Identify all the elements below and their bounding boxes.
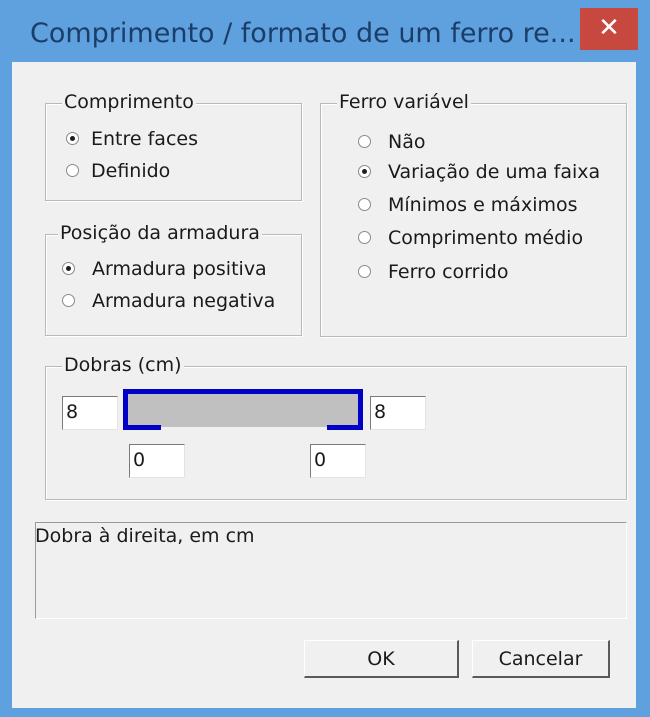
radio-label: Variação de uma faixa	[388, 161, 601, 183]
radio-button[interactable]	[66, 164, 79, 177]
dobras-legend: Dobras (cm)	[62, 354, 184, 376]
window-title: Comprimento / formato de um ferro re...	[30, 18, 576, 49]
dobra-direita-input[interactable]: 8	[370, 396, 426, 430]
bar-top-line	[123, 389, 363, 394]
bar-right-hook	[327, 425, 363, 430]
cancel-button[interactable]: Cancelar	[472, 640, 610, 678]
close-button[interactable]: ✕	[580, 8, 638, 50]
bar-right-line	[358, 389, 363, 429]
radio-label: Comprimento médio	[388, 227, 584, 249]
radio-button[interactable]	[358, 165, 371, 178]
bar-left-hook	[123, 425, 161, 430]
dialog-window: Comprimento / formato de um ferro re... …	[0, 0, 650, 717]
radio-label: Não	[388, 131, 426, 153]
radio-button[interactable]	[358, 135, 371, 148]
comprimento-group: Comprimento	[45, 91, 302, 201]
radio-button[interactable]	[62, 262, 75, 275]
dobra-esquerda-input[interactable]: 8	[62, 396, 118, 430]
status-text: Dobra à direita, em cm	[35, 525, 255, 547]
title-bar[interactable]: Comprimento / formato de um ferro re... …	[0, 0, 650, 62]
radio-label: Definido	[91, 160, 171, 182]
radio-button[interactable]	[62, 294, 75, 307]
ferro-variavel-legend: Ferro variável	[337, 91, 471, 113]
close-icon: ✕	[598, 13, 620, 43]
posicao-armadura-group: Posição da armadura	[45, 222, 302, 336]
ok-button[interactable]: OK	[304, 640, 459, 678]
comprimento-legend: Comprimento	[62, 91, 196, 113]
radio-button[interactable]	[66, 132, 79, 145]
radio-button[interactable]	[358, 265, 371, 278]
bar-body	[125, 390, 361, 427]
dobra-direita-inferior-input[interactable]: 0	[310, 444, 366, 478]
radio-button[interactable]	[358, 231, 371, 244]
radio-label: Entre faces	[91, 128, 198, 150]
radio-label: Ferro corrido	[388, 261, 509, 283]
posicao-armadura-legend: Posição da armadura	[58, 222, 262, 244]
radio-label: Armadura positiva	[92, 258, 267, 280]
radio-label: Mínimos e máximos	[388, 194, 578, 216]
dobras-group: Dobras (cm)	[45, 354, 627, 500]
dobra-esquerda-inferior-input[interactable]: 0	[129, 444, 185, 478]
radio-label: Armadura negativa	[92, 290, 276, 312]
radio-button[interactable]	[358, 198, 371, 211]
bar-left-line	[123, 389, 128, 429]
